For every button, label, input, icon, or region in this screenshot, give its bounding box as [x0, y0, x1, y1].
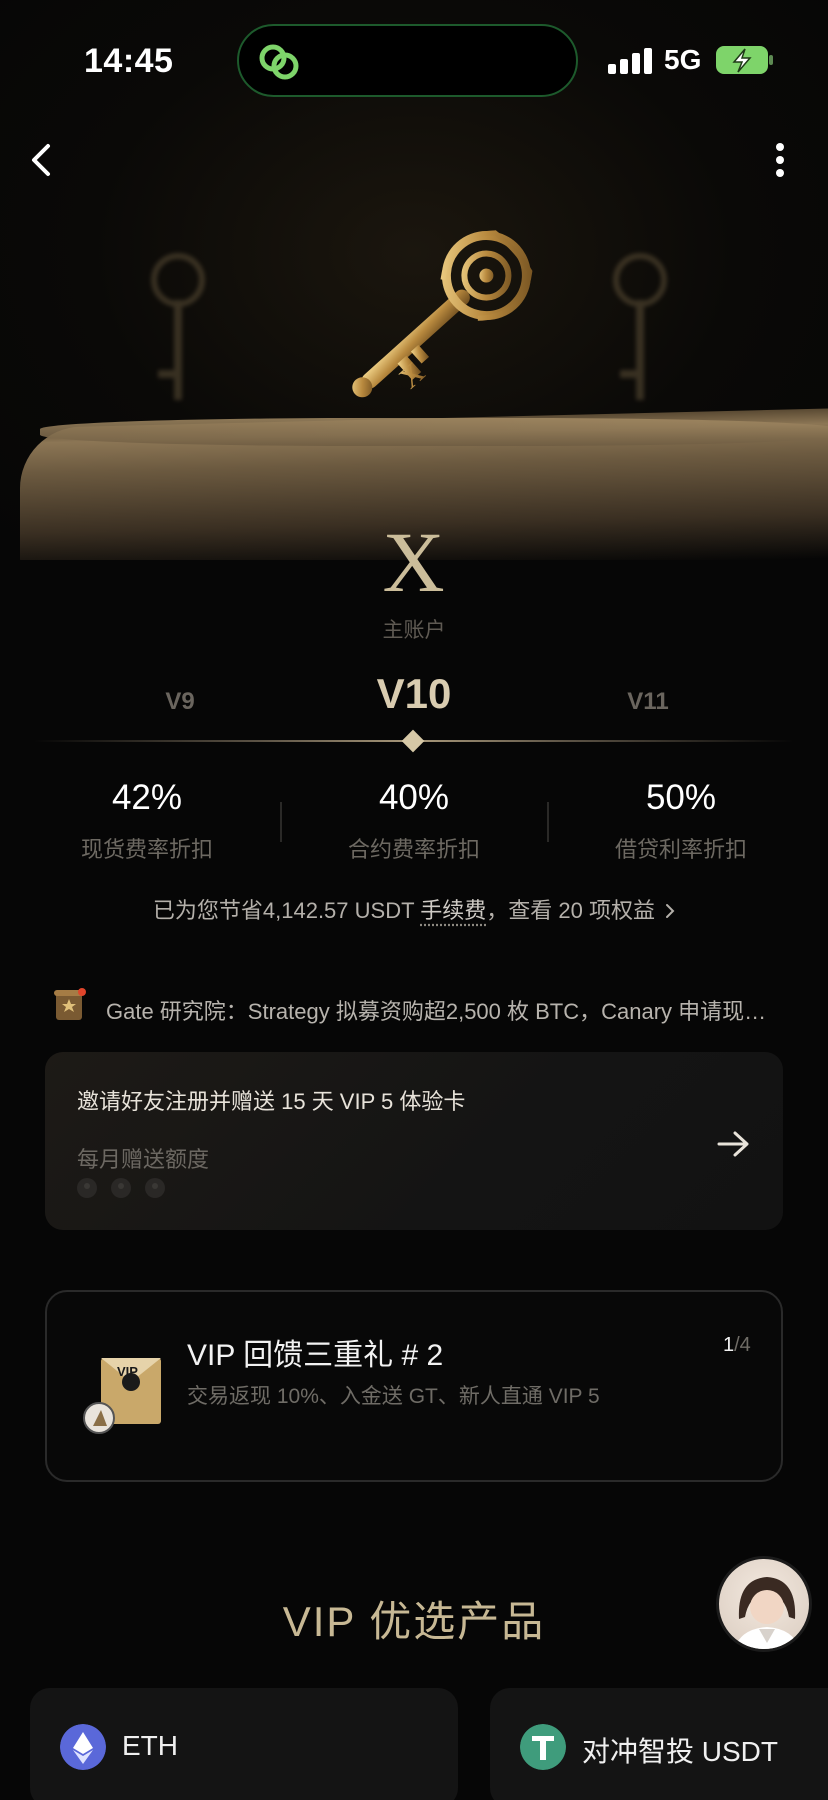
rate-value: 42% — [111, 778, 183, 817]
section-title: VIP 优选产品 — [282, 1598, 546, 1645]
invite-friends-card[interactable]: 邀请好友注册并赠送 15 天 VIP 5 体验卡 每月赠送额度 — [45, 1052, 783, 1230]
savings-amount: 4,142.57 USDT — [262, 898, 415, 923]
rate-label: 现货费率折扣 — [80, 837, 213, 862]
level-marker — [401, 729, 425, 753]
battery-charging-icon — [716, 46, 773, 74]
gift-subtitle: 交易返现 10%、入金送 GT、新人直通 VIP 5 — [187, 1385, 600, 1408]
arrow-right-icon[interactable] — [717, 1130, 751, 1158]
account-label: 主账户 — [382, 619, 446, 642]
savings-suffix: ，查看 20 项权益 — [486, 898, 655, 923]
avatar-slots-icon — [77, 1178, 165, 1198]
rate-lending: 50% 借贷利率折扣 — [547, 778, 815, 864]
chevron-right-icon — [666, 904, 675, 918]
back-icon[interactable] — [26, 142, 56, 178]
rate-spot: 42% 现货费率折扣 — [13, 778, 281, 864]
product-card[interactable]: 对冲智投 USDT — [490, 1688, 828, 1800]
invite-subtitle: 每月赠送额度 — [77, 1147, 210, 1172]
status-bar: 14:45 5G — [0, 0, 828, 120]
savings-prefix: 已为您节省 — [152, 898, 263, 923]
level-tab-current[interactable]: V10 — [354, 670, 474, 718]
fee-tooltip-link[interactable]: 手续费 — [420, 898, 486, 923]
scroll-news-icon — [54, 988, 86, 1020]
discount-rates: 42% 现货费率折扣 40% 合约费率折扣 50% 借贷利率折扣 — [0, 778, 828, 868]
gift-card-icon: VIP — [83, 1358, 161, 1434]
product-card[interactable]: ETH — [30, 1688, 458, 1800]
tier-letter: X — [382, 514, 446, 610]
product-name: ETH — [122, 1730, 178, 1761]
side-key-left-icon — [151, 253, 205, 400]
rate-value: 40% — [378, 778, 450, 817]
network-type: 5G — [664, 44, 702, 75]
vip-gift-card[interactable]: VIP VIP 回馈三重礼 # 2 交易返现 10%、入金送 GT、新人直通 V… — [45, 1290, 783, 1482]
page-current: 1 — [723, 1334, 735, 1356]
rate-label: 借贷利率折扣 — [614, 837, 747, 862]
invite-title: 邀请好友注册并赠送 15 天 VIP 5 体验卡 — [77, 1089, 466, 1114]
savings-summary-link[interactable]: 已为您节省4,142.57 USDT 手续费，查看 20 项权益 — [0, 893, 828, 925]
ticker-text: Gate 研究院：Strategy 拟募资购超2,500 枚 BTC，Canar… — [106, 999, 767, 1024]
gold-key-icon: X — [352, 230, 533, 398]
rate-label: 合约费率折扣 — [347, 837, 480, 862]
usdt-icon — [520, 1724, 566, 1770]
rate-futures: 40% 合约费率折扣 — [280, 778, 548, 864]
eth-icon — [60, 1724, 106, 1770]
level-tab-previous[interactable]: V9 — [150, 688, 210, 716]
customer-support-avatar[interactable] — [716, 1556, 812, 1652]
link-rings-icon — [259, 44, 299, 80]
carousel-pagination: 1/4 — [723, 1334, 751, 1357]
level-tab-next[interactable]: V11 — [618, 688, 678, 716]
status-time: 14:45 — [84, 42, 174, 80]
gift-title: VIP 回馈三重礼 # 2 — [187, 1339, 444, 1372]
more-options-icon[interactable] — [770, 142, 790, 178]
product-name: 对冲智投 USDT — [582, 1736, 779, 1767]
side-key-right-icon — [613, 253, 667, 400]
news-ticker[interactable]: Gate 研究院：Strategy 拟募资购超2,500 枚 BTC，Canar… — [50, 986, 790, 1030]
rate-value: 50% — [645, 778, 717, 817]
vip-level-selector: V9 V10 V11 — [0, 670, 828, 730]
gift-badge: VIP — [117, 1364, 138, 1379]
signal-icon — [608, 48, 652, 74]
dynamic-island — [237, 24, 578, 97]
page-total: /4 — [734, 1334, 751, 1356]
